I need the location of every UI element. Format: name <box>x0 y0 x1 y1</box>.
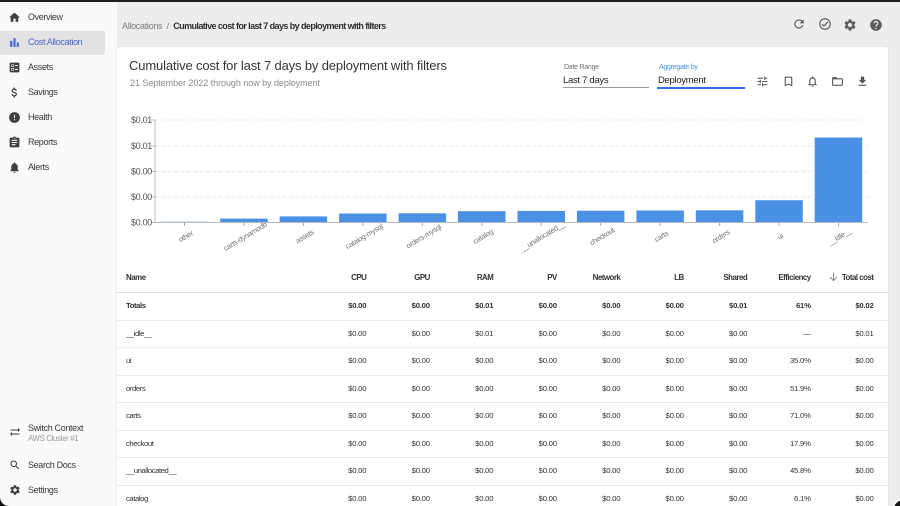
svg-text:checkout: checkout <box>588 225 616 247</box>
svg-text:orders: orders <box>710 227 732 245</box>
svg-text:assets: assets <box>294 227 316 245</box>
svg-text:__idle__: __idle__ <box>826 225 855 247</box>
svg-text:ui: ui <box>776 231 786 242</box>
svg-text:orders-mysql: orders-mysql <box>404 222 443 250</box>
svg-text:carts-dynamodb: carts-dynamodb <box>222 220 269 253</box>
svg-text:$0.01: $0.01 <box>131 141 152 151</box>
svg-text:$0.01: $0.01 <box>131 115 152 125</box>
svg-text:other: other <box>177 228 196 244</box>
svg-text:$0.00: $0.00 <box>131 218 152 228</box>
svg-text:__unallocated__: __unallocated__ <box>518 219 567 254</box>
svg-text:$0.00: $0.00 <box>131 167 152 177</box>
svg-text:catalog: catalog <box>471 227 495 246</box>
svg-text:carts: carts <box>653 228 671 244</box>
svg-text:catalog-mysql: catalog-mysql <box>344 221 385 251</box>
svg-text:$0.00: $0.00 <box>131 192 152 202</box>
